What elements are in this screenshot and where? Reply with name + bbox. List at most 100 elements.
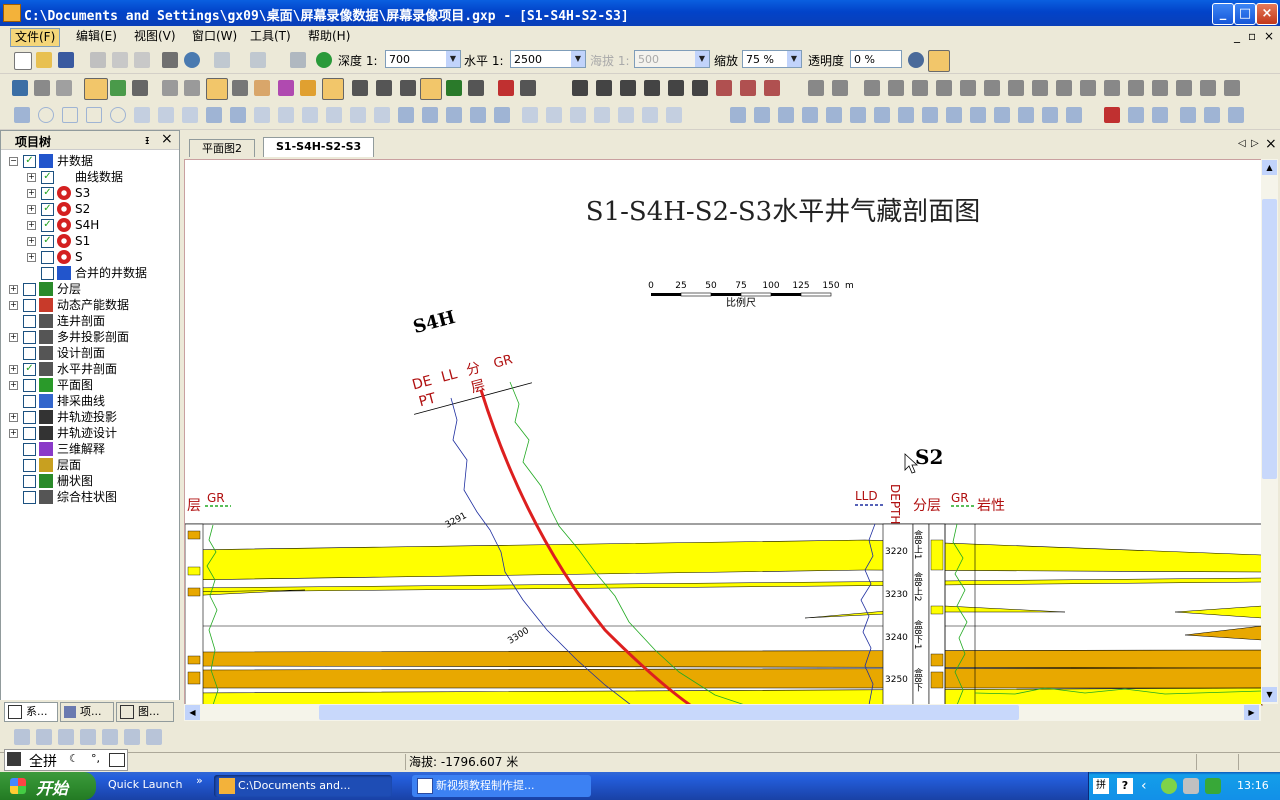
shield-tray-icon[interactable] [1205,778,1221,794]
line-tool14-icon[interactable] [1200,80,1216,96]
scroll-left-icon[interactable]: ◀ [185,705,200,720]
tree-item[interactable]: + 多井投影剖面 [1,329,177,345]
panel-tab-project[interactable]: 项... [60,702,114,722]
line-tool13-icon[interactable] [1176,80,1192,96]
ellipse-icon[interactable] [110,107,126,123]
chevron-down-icon[interactable]: ▼ [446,51,460,67]
horizontal-scrollbar[interactable]: ◀ ▶ [184,704,1261,721]
network10-icon[interactable] [994,107,1010,123]
tree-item[interactable]: 连井剖面 [1,313,177,329]
tree-item-checkbox[interactable] [23,299,36,312]
connect-icon[interactable] [110,80,126,96]
ime-tray-icon[interactable]: 拼 [1093,778,1109,794]
tab-close-icon[interactable]: × [1265,136,1277,152]
ime-mode[interactable]: 全拼 [29,751,57,771]
tree-item-checkbox[interactable] [23,443,36,456]
mdi-close-button[interactable]: × [1264,29,1274,43]
tree-item-checkbox[interactable]: ✓ [41,235,54,248]
menu-view[interactable]: 视图(V) [130,28,180,45]
align-center-icon[interactable] [546,107,562,123]
pen-icon[interactable] [290,52,306,68]
horizontal-scale-select[interactable]: 2500 ▼ [510,50,586,68]
maximize-button[interactable]: □ [1234,3,1256,25]
align-active-icon[interactable] [420,78,442,100]
cut-icon[interactable] [90,52,106,68]
network2-icon[interactable] [802,107,818,123]
draw-icon[interactable] [808,80,824,96]
hatch-icon[interactable] [716,80,732,96]
tab-scroll-left-icon[interactable]: ◁ [1238,138,1246,149]
network8-icon[interactable] [946,107,962,123]
lock-active-icon[interactable] [206,78,228,100]
tree-item[interactable]: + ✓ 曲线数据 [1,169,177,185]
line-tool6-icon[interactable] [1008,80,1024,96]
expand-icon[interactable]: + [27,237,36,246]
tree-item[interactable]: + 井轨迹设计 [1,425,177,441]
arrow-tool-icon[interactable] [468,80,484,96]
tree-item-checkbox[interactable] [23,283,36,296]
pie-chart-icon[interactable] [470,107,486,123]
panel-close-icon[interactable]: × [161,131,173,147]
tool-a-icon[interactable] [14,729,30,745]
tree-item-checkbox[interactable] [23,459,36,472]
ungroup-icon[interactable] [642,107,658,123]
scroll-up-icon[interactable]: ▲ [1262,160,1277,175]
mdi-minimize-button[interactable]: _ [1234,29,1240,43]
node-icon[interactable] [1104,107,1120,123]
minimize-button[interactable]: _ [1212,3,1234,25]
track-icon[interactable] [84,78,108,100]
flag-icon[interactable] [446,80,462,96]
callout-icon[interactable] [254,107,270,123]
collapse-icon[interactable]: − [9,157,18,166]
well6-icon[interactable] [692,80,708,96]
start-button[interactable]: 开始 [0,772,96,800]
expand-icon[interactable]: + [9,365,18,374]
expand-icon[interactable]: + [27,221,36,230]
rectangle-icon[interactable] [62,107,78,123]
polygon-icon[interactable] [134,107,150,123]
callout2-icon[interactable] [278,107,294,123]
fill-active-icon[interactable] [322,78,344,100]
node4-icon[interactable] [1180,107,1196,123]
curve-icon[interactable] [132,80,148,96]
task-app[interactable]: C:\Documents and... [214,775,392,797]
tree-item[interactable]: 栅状图 [1,473,177,489]
tree-item-checkbox[interactable]: ✓ [41,187,54,200]
line-tool5-icon[interactable] [984,80,1000,96]
section-canvas[interactable]: S1-S4H-S2-S3水平井气藏剖面图 0 25 50 75 100 125 … [184,159,1263,706]
hand-icon[interactable] [254,80,270,96]
horizontal-scroll-thumb[interactable] [319,705,1019,720]
delete-icon[interactable] [34,80,50,96]
split-icon[interactable] [520,80,536,96]
tree-item-checkbox[interactable]: ✓ [23,363,36,376]
scroll-down-icon[interactable]: ▼ [1262,687,1277,702]
lock-all-icon[interactable] [232,80,248,96]
help-icon[interactable] [184,52,200,68]
copy-icon[interactable] [112,52,128,68]
table-icon[interactable] [494,107,510,123]
tool-d-icon[interactable] [80,729,96,745]
globe-icon[interactable] [908,52,924,68]
tray-expand-icon[interactable]: ‹ [1141,778,1147,794]
quick-launch-label[interactable]: Quick Launch [108,778,182,791]
tree-item-checkbox[interactable] [23,475,36,488]
node2-icon[interactable] [1128,107,1144,123]
line-tool12-icon[interactable] [1152,80,1168,96]
align-left-icon[interactable] [522,107,538,123]
menu-window[interactable]: 窗口(W) [188,28,241,45]
tree-item-checkbox[interactable] [23,427,36,440]
tree-item[interactable]: + ✓ S3 [1,185,177,201]
distribute-icon[interactable] [666,107,682,123]
tool-e-icon[interactable] [102,729,118,745]
chevron-down-icon[interactable]: ▼ [787,51,801,67]
vertical-scrollbar[interactable]: ▲ ▼ [1261,159,1278,704]
menu-file[interactable]: 文件(F) [10,28,61,47]
zoom-in-icon[interactable] [1228,107,1244,123]
marker-icon[interactable] [374,107,390,123]
align-icon[interactable] [352,80,368,96]
hatch2-icon[interactable] [740,80,756,96]
network-icon[interactable] [778,107,794,123]
opacity-input[interactable]: 0 % [850,50,902,68]
network11-icon[interactable] [1018,107,1034,123]
network13-icon[interactable] [1066,107,1082,123]
